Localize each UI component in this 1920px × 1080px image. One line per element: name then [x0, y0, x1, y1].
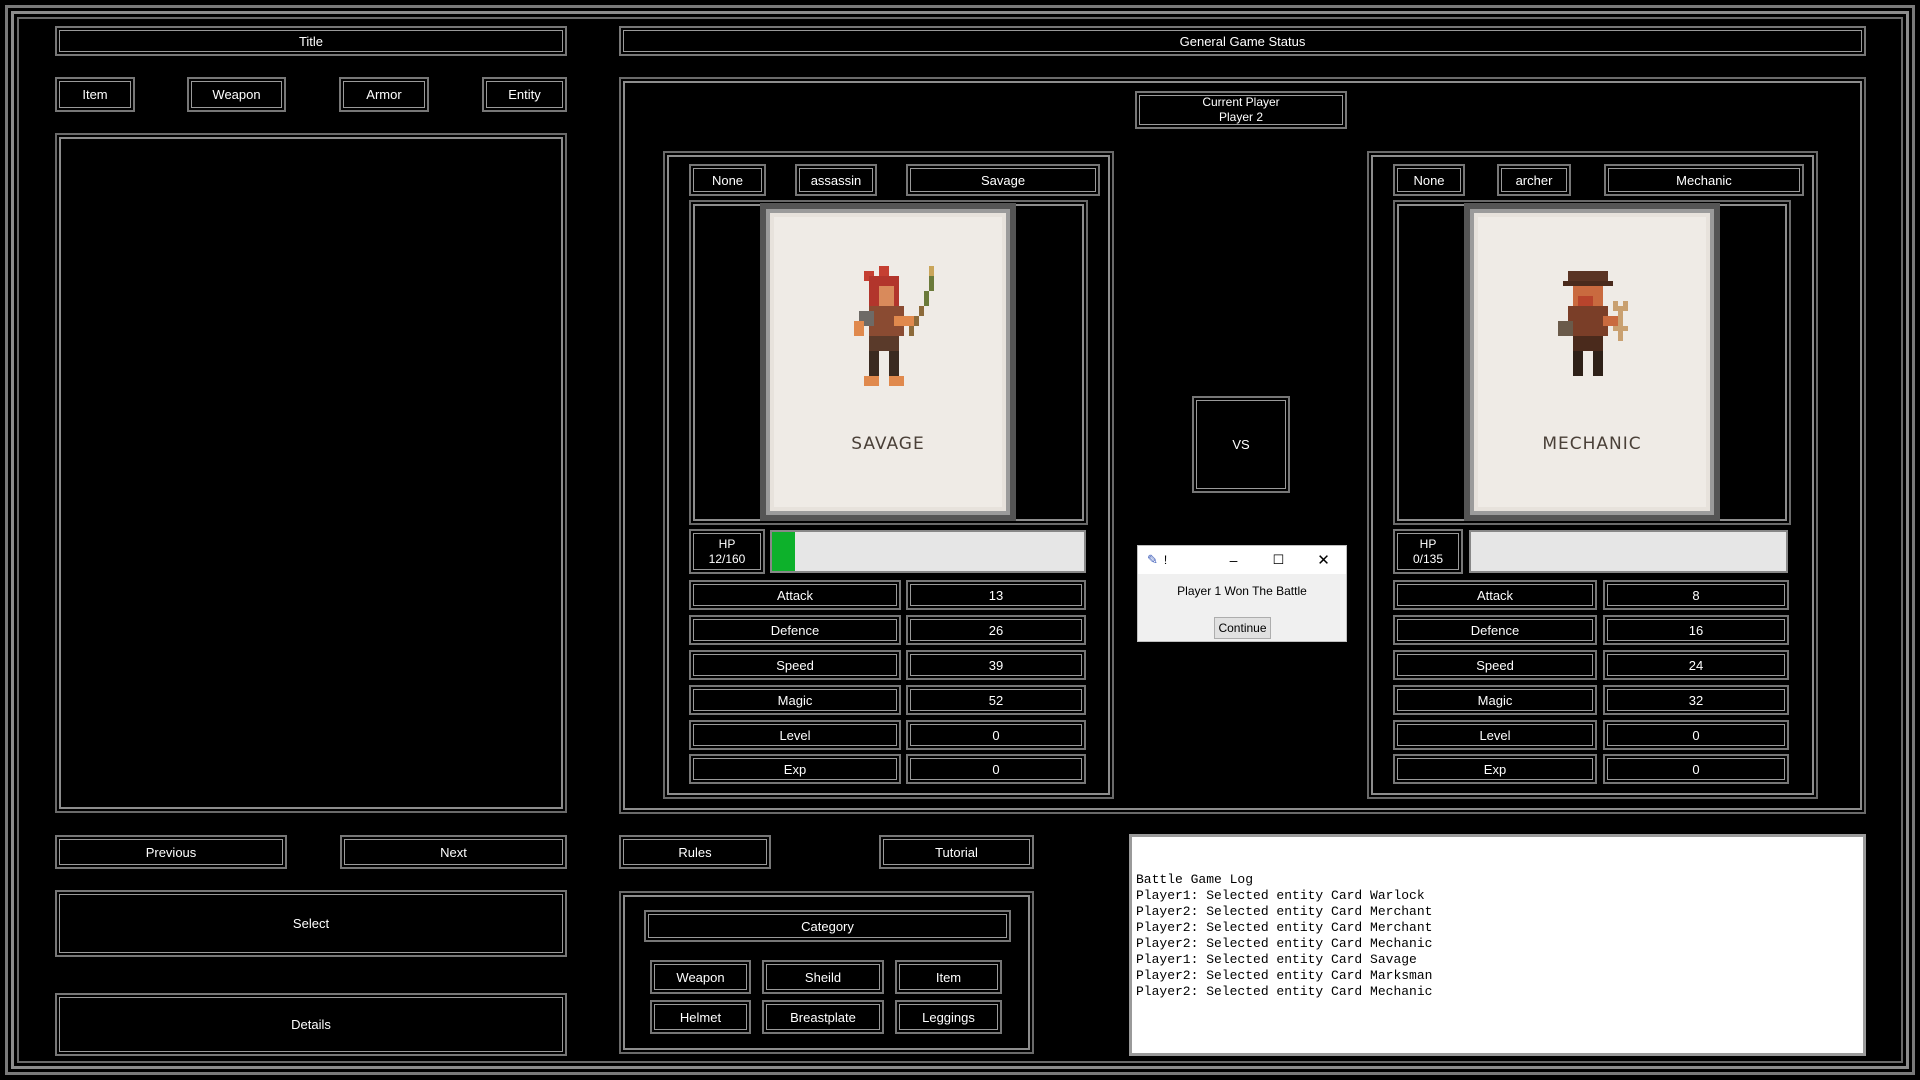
battle-result-dialog: ✎ ! – ☐ ✕ Player 1 Won The Battle Contin…	[1137, 545, 1347, 642]
vs-label: VS	[1192, 396, 1290, 493]
player1-hp-fill	[772, 532, 796, 571]
dialog-titlebar: ✎ ! – ☐ ✕	[1138, 546, 1346, 574]
player1-stat-label-attack: Attack	[689, 580, 901, 610]
player2-stat-label-exp: Exp	[1393, 754, 1597, 784]
player2-stat-value-exp: 0	[1603, 754, 1789, 784]
dialog-message: Player 1 Won The Battle	[1177, 584, 1307, 598]
filter-button-item[interactable]: Item	[895, 960, 1002, 994]
player2-stat-value-speed: 24	[1603, 650, 1789, 680]
player2-stat-value-level: 0	[1603, 720, 1789, 750]
game-status-title: General Game Status	[619, 26, 1866, 56]
player2-stat-label-level: Level	[1393, 720, 1597, 750]
player1-card-title: SAVAGE	[851, 434, 925, 454]
player1-stat-value-magic: 52	[906, 685, 1086, 715]
log-line: Player2: Selected entity Card Merchant	[1136, 904, 1433, 919]
log-line: Player1: Selected entity Card Warlock	[1136, 888, 1425, 903]
player1-stat-label-defence: Defence	[689, 615, 901, 645]
maximize-icon[interactable]: ☐	[1256, 552, 1301, 568]
rules-button[interactable]: Rules	[619, 835, 771, 869]
player2-name-label: Mechanic	[1604, 164, 1804, 196]
previous-button[interactable]: Previous	[55, 835, 287, 869]
player2-stat-label-attack: Attack	[1393, 580, 1597, 610]
details-button[interactable]: Details	[55, 993, 567, 1056]
log-line: Player2: Selected entity Card Mechanic	[1136, 984, 1433, 999]
log-line: Player2: Selected entity Card Mechanic	[1136, 936, 1433, 951]
minimize-icon[interactable]: –	[1211, 552, 1256, 568]
filter-button-breastplate[interactable]: Breastplate	[762, 1000, 884, 1034]
player1-stat-label-exp: Exp	[689, 754, 901, 784]
category-button-weapon[interactable]: Weapon	[187, 77, 286, 112]
filter-button-leggings[interactable]: Leggings	[895, 1000, 1002, 1034]
player2-hp-bar	[1469, 530, 1788, 573]
player2-hp-label: HP 0/135	[1393, 529, 1463, 574]
current-player-label: Current Player Player 2	[1135, 91, 1347, 129]
log-line: Player2: Selected entity Card Merchant	[1136, 920, 1433, 935]
category-label: Category	[644, 910, 1011, 942]
player1-name-label: Savage	[906, 164, 1100, 196]
player2-stat-value-magic: 32	[1603, 685, 1789, 715]
player1-stat-value-speed: 39	[906, 650, 1086, 680]
player2-stat-value-attack: 8	[1603, 580, 1789, 610]
log-line: Player1: Selected entity Card Savage	[1136, 952, 1417, 967]
player2-stat-value-defence: 16	[1603, 615, 1789, 645]
player2-stat-label-magic: Magic	[1393, 685, 1597, 715]
feather-icon: ✎	[1147, 552, 1158, 567]
player1-stat-value-attack: 13	[906, 580, 1086, 610]
battle-log[interactable]: Battle Game Log Player1: Selected entity …	[1129, 834, 1866, 1056]
player1-stat-label-level: Level	[689, 720, 901, 750]
tutorial-button[interactable]: Tutorial	[879, 835, 1034, 869]
player1-stat-label-magic: Magic	[689, 685, 901, 715]
player1-stat-label-speed: Speed	[689, 650, 901, 680]
player1-stat-value-level: 0	[906, 720, 1086, 750]
player1-card: SAVAGE	[760, 203, 1016, 521]
player2-class-label: archer	[1497, 164, 1571, 196]
category-button-entity[interactable]: Entity	[482, 77, 567, 112]
player1-stat-value-exp: 0	[906, 754, 1086, 784]
category-button-item[interactable]: Item	[55, 77, 135, 112]
card-preview-area	[55, 133, 567, 813]
select-button[interactable]: Select	[55, 890, 567, 957]
player1-slot-label: None	[689, 164, 766, 196]
player1-stat-value-defence: 26	[906, 615, 1086, 645]
log-line: Player2: Selected entity Card Marksman	[1136, 968, 1433, 983]
player1-hp-label: HP 12/160	[689, 529, 765, 574]
dialog-title: !	[1163, 553, 1168, 567]
player2-slot-label: None	[1393, 164, 1465, 196]
continue-button[interactable]: Continue	[1214, 617, 1271, 639]
player2-card: MECHANIC	[1464, 203, 1720, 521]
filter-button-helmet[interactable]: Helmet	[650, 1000, 751, 1034]
filter-button-sheild[interactable]: Sheild	[762, 960, 884, 994]
player2-stat-label-speed: Speed	[1393, 650, 1597, 680]
savage-character-image	[854, 266, 934, 386]
category-button-armor[interactable]: Armor	[339, 77, 429, 112]
player2-card-title: MECHANIC	[1542, 434, 1642, 454]
player2-stat-label-defence: Defence	[1393, 615, 1597, 645]
log-line: Battle Game Log	[1136, 872, 1254, 887]
next-button[interactable]: Next	[340, 835, 567, 869]
title-label: Title	[55, 26, 567, 56]
close-icon[interactable]: ✕	[1301, 551, 1346, 569]
mechanic-character-image	[1558, 271, 1628, 376]
player1-hp-bar	[770, 530, 1086, 573]
filter-button-weapon[interactable]: Weapon	[650, 960, 751, 994]
player1-class-label: assassin	[795, 164, 877, 196]
